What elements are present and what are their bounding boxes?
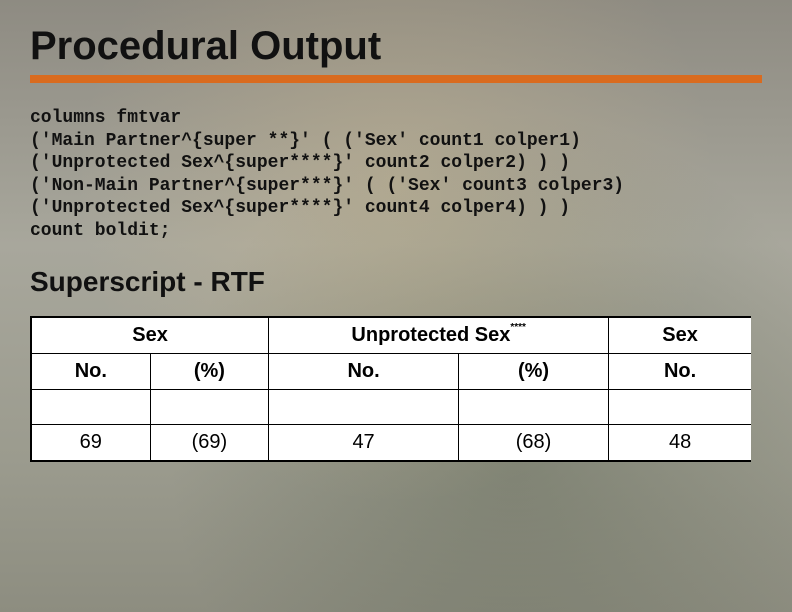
col-no-2: No. <box>269 354 459 390</box>
superscript-stars-icon: **** <box>510 322 526 333</box>
col-header-sex-2: Sex <box>609 318 751 354</box>
code-line: columns fmtvar <box>30 108 181 128</box>
col-no-1: No. <box>32 354 151 390</box>
cell-value: 69 <box>32 425 151 461</box>
cell-value: 47 <box>269 425 459 461</box>
header-label: Unprotected Sex <box>351 324 510 346</box>
code-line: ('Unprotected Sex^{super****}' count4 co… <box>30 198 570 218</box>
rtf-table: Sex Unprotected Sex**** Sex No. (%) No. … <box>30 316 751 462</box>
col-header-unprotected-sex: Unprotected Sex**** <box>269 318 609 354</box>
cell-value: (68) <box>458 425 608 461</box>
table-header-row-1: Sex Unprotected Sex**** Sex <box>32 318 752 354</box>
col-header-sex: Sex <box>32 318 269 354</box>
slide: Procedural Output columns fmtvar ('Main … <box>0 0 792 462</box>
page-title: Procedural Output <box>30 24 762 69</box>
code-line: ('Unprotected Sex^{super****}' count2 co… <box>30 153 570 173</box>
section-heading: Superscript - RTF <box>30 266 762 298</box>
code-line: ('Non-Main Partner^{super***}' ( ('Sex' … <box>30 176 624 196</box>
code-block: columns fmtvar ('Main Partner^{super **}… <box>30 107 762 242</box>
cell-value: 48 <box>609 425 751 461</box>
table-row: 69 (69) 47 (68) 48 <box>32 425 752 461</box>
col-pct-1: (%) <box>150 354 269 390</box>
cell-value: (69) <box>150 425 269 461</box>
col-no-3: No. <box>609 354 751 390</box>
code-line: ('Main Partner^{super **}' ( ('Sex' coun… <box>30 131 581 151</box>
col-pct-2: (%) <box>458 354 608 390</box>
table-empty-row <box>32 390 752 425</box>
table-header-row-2: No. (%) No. (%) No. <box>32 354 752 390</box>
code-line: count boldit; <box>30 221 170 241</box>
title-rule <box>30 75 762 83</box>
